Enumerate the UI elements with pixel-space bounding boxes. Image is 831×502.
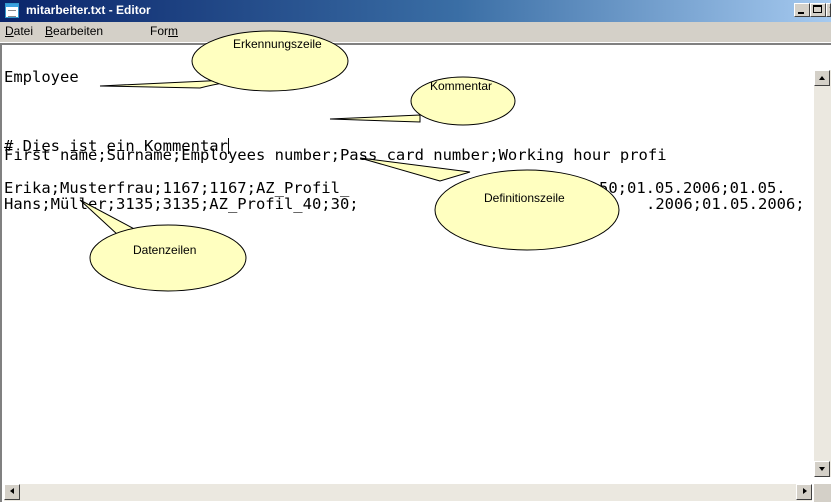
- notepad-icon[interactable]: [5, 3, 19, 18]
- menu-datei[interactable]: Datei: [5, 24, 33, 38]
- close-button[interactable]: ×: [826, 3, 831, 17]
- maximize-button[interactable]: [810, 3, 826, 17]
- text-line-3: First name;Surname;Employees number;Pass…: [4, 146, 667, 164]
- text-line-5: Hans;Müller;3135;3135;AZ_Profil_40;30;: [4, 195, 359, 213]
- menu-format[interactable]: Form: [150, 24, 178, 38]
- maximize-icon: [813, 5, 822, 13]
- text-line-4-tail: 50;01.05.2006;01.05.: [599, 179, 786, 197]
- scroll-right-button[interactable]: [796, 484, 812, 500]
- scroll-up-button[interactable]: [814, 70, 830, 86]
- menu-datei-hotkey: D: [5, 24, 14, 38]
- menu-bearbeiten-hotkey: B: [45, 24, 54, 38]
- text-line-1: Employee: [4, 69, 79, 86]
- callout-kommentar-label: Kommentar: [430, 79, 493, 93]
- menu-format-hotkey: m: [168, 24, 178, 38]
- menu-format-label: For: [150, 24, 168, 38]
- text-line-5-tail: .2006;01.05.2006;: [646, 195, 805, 213]
- window-title: mitarbeiter.txt - Editor: [26, 3, 151, 17]
- menu-datei-label: atei: [13, 24, 34, 38]
- text-line-4: Erika;Musterfrau;1167;1167;AZ_Profil_: [4, 179, 350, 197]
- menu-bar: Datei Bearbeiten Form: [0, 22, 831, 43]
- horizontal-scrollbar[interactable]: [4, 484, 812, 501]
- scroll-left-button[interactable]: [4, 484, 20, 500]
- text-editor[interactable]: Employee # Dies ist ein Kommentar First …: [4, 69, 812, 459]
- editor-window: mitarbeiter.txt - Editor × Datei Bearbei…: [0, 0, 831, 502]
- callout-datenzeilen-label: Datenzeilen: [133, 243, 197, 257]
- callout-definitionszeile-label: Definitionszeile: [484, 191, 565, 205]
- size-grip[interactable]: [814, 484, 831, 502]
- vertical-scrollbar[interactable]: [814, 70, 831, 477]
- scroll-down-button[interactable]: [814, 461, 830, 477]
- minimize-button[interactable]: [794, 3, 810, 17]
- title-bar[interactable]: mitarbeiter.txt - Editor ×: [0, 0, 831, 22]
- callout-erkennungszeile-label: Erkennungszeile: [233, 37, 322, 51]
- menu-bearbeiten-label: earbeiten: [53, 24, 104, 38]
- minimize-icon: [798, 12, 804, 14]
- menu-bearbeiten[interactable]: Bearbeiten: [45, 24, 103, 38]
